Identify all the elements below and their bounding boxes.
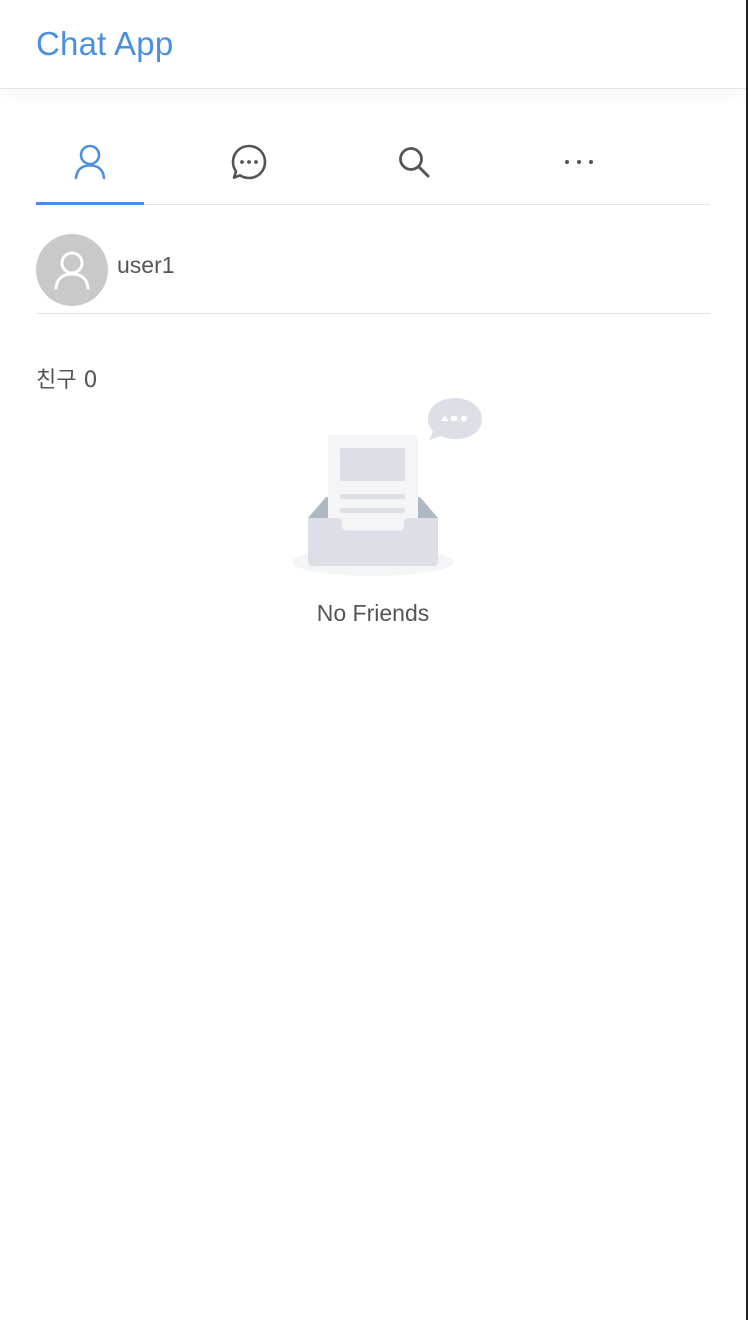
search-icon — [399, 147, 430, 178]
tab-friends[interactable] — [36, 120, 144, 205]
default-avatar-icon — [54, 251, 90, 290]
avatar[interactable] — [36, 234, 108, 306]
app-header: Chat App — [0, 0, 746, 89]
empty-state-label: No Friends — [316, 600, 430, 626]
user-icon — [74, 144, 106, 180]
app-title: Chat App — [36, 25, 174, 62]
tab-search[interactable] — [360, 120, 468, 204]
ellipsis-icon — [565, 160, 593, 164]
chat-bubble-icon — [231, 144, 267, 180]
tab-chats[interactable] — [195, 120, 303, 204]
empty-inbox-icon — [292, 398, 482, 576]
my-profile-row[interactable]: user1 — [36, 234, 710, 314]
friend-count-label: 친구 0 — [36, 368, 98, 393]
tab-bar — [36, 120, 710, 205]
username: user1 — [117, 252, 175, 278]
empty-state — [292, 398, 484, 578]
tab-more[interactable] — [525, 120, 633, 204]
app-frame: Chat App user1 친구 0 No Friends — [0, 0, 748, 1320]
